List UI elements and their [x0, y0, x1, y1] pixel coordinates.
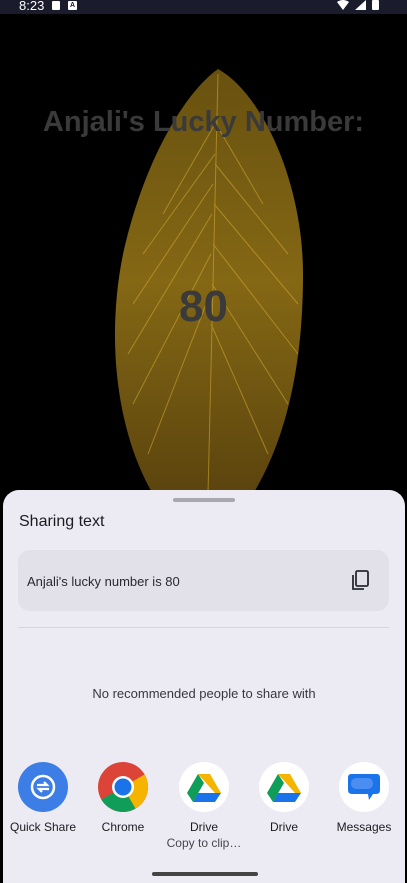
shared-text-preview: Anjali's lucky number is 80: [18, 550, 389, 611]
quick-share-icon: [18, 762, 68, 812]
share-target-chrome[interactable]: Chrome: [83, 762, 163, 834]
accessibility-a-icon: A: [68, 0, 77, 10]
lucky-number-value: 80: [179, 282, 228, 331]
share-target-messages[interactable]: Messages: [324, 762, 404, 834]
sim-card-icon: [52, 0, 60, 10]
drive-icon: [259, 762, 309, 812]
app-label: Messages: [336, 820, 392, 834]
drive-icon: [179, 762, 229, 812]
app-label: Drive: [269, 820, 298, 834]
status-bar: 8:23 A: [0, 0, 407, 14]
gesture-navigation-bar[interactable]: [152, 872, 258, 876]
chrome-icon: [98, 762, 148, 812]
share-sheet: Sharing text Anjali's lucky number is 80…: [3, 490, 405, 883]
app-label: Drive: [189, 820, 218, 834]
divider: [18, 627, 389, 628]
sheet-drag-handle[interactable]: [173, 498, 235, 502]
app-label: Quick Share: [9, 820, 77, 834]
messages-icon: [339, 762, 389, 812]
app-sublabel: Copy to clip…: [166, 836, 242, 850]
lucky-number-title: Anjali's Lucky Number:: [42, 106, 365, 138]
battery-icon: [372, 0, 379, 10]
no-recommendations-message: No recommended people to share with: [92, 686, 316, 701]
signal-icon: [355, 0, 366, 10]
app-share-targets: Quick Share Chrome Drive Copy to clip… D…: [3, 762, 405, 862]
app-label: Chrome: [101, 820, 145, 834]
copy-icon[interactable]: [348, 567, 374, 593]
share-target-drive-copy[interactable]: Drive Copy to clip…: [164, 762, 244, 850]
share-target-quick-share[interactable]: Quick Share: [3, 762, 83, 834]
sheet-title: Sharing text: [19, 513, 105, 530]
share-target-drive[interactable]: Drive: [244, 762, 324, 834]
preview-text: Anjali's lucky number is 80: [27, 574, 180, 589]
wifi-icon: [337, 0, 349, 10]
status-time: 8:23: [19, 0, 45, 13]
